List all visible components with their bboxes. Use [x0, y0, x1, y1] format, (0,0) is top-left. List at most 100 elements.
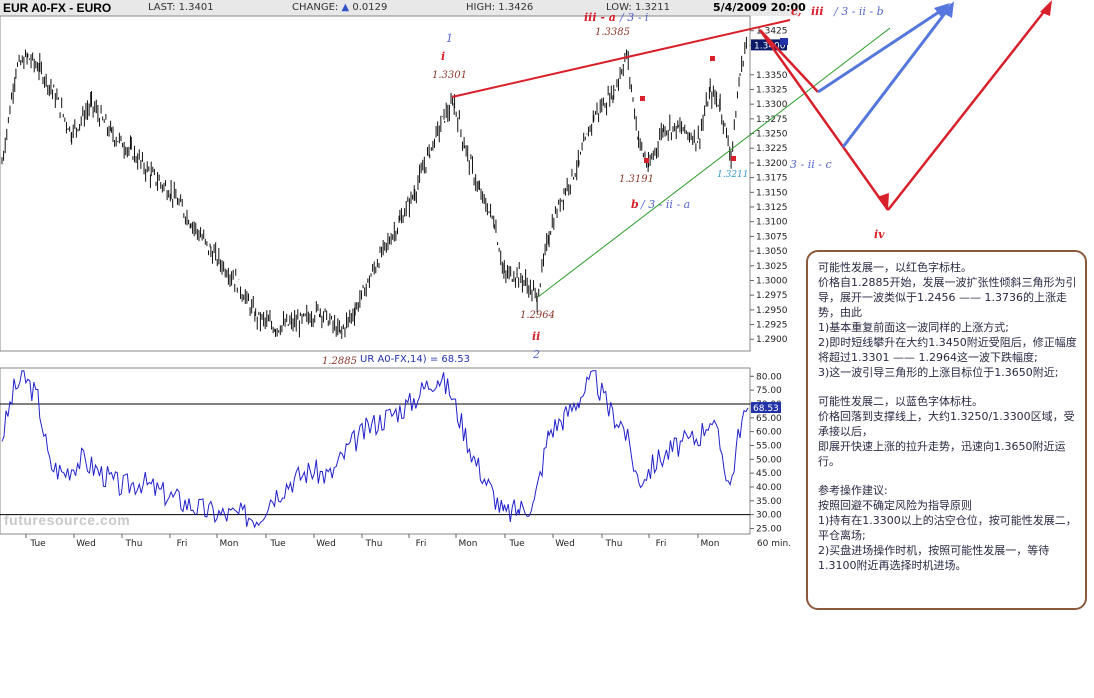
price-gridlines [750, 30, 754, 340]
rsi-tick-label-8: 40.00 [756, 483, 782, 493]
last-value: 1.3401 [178, 2, 214, 13]
x-tick-label-9: Mon [459, 539, 478, 549]
x-tick-label-10: Tue [508, 539, 525, 549]
header-bar [0, 0, 800, 16]
symbol-title: EUR A0-FX - EURO [3, 1, 112, 15]
marker-mid [640, 96, 645, 101]
price-tick-label-11: 1.3125 [756, 203, 788, 213]
x-tick-label-11: Wed [555, 539, 575, 549]
marker-low [644, 158, 649, 163]
change-label: CHANGE: ▲ 0.0129 [292, 2, 387, 13]
note-scenario-1-point-3: 3)这一波引导三角形的上涨目标位于1.3650附近; [818, 366, 1059, 379]
x-tick-label-0: Tue [29, 539, 46, 549]
price-tick-label-8: 1.3200 [756, 159, 788, 169]
marker-low2 [731, 156, 736, 161]
rsi-value-marker-label: 68.53 [753, 404, 779, 414]
blue-arrow-1 [817, 4, 949, 94]
x-tick-label-4: Mon [220, 539, 239, 549]
high-label-text: HIGH: [466, 2, 496, 13]
rsi-tick-label-0: 80.00 [756, 372, 782, 382]
price-tick-label-5: 1.3275 [756, 115, 788, 125]
x-tick-label-13: Fri [656, 539, 667, 549]
marker-blue [780, 38, 788, 45]
x-axis: Tue Wed Thu Fri Mon Tue Wed Thu Fri Mon Tue Wed Thu F… [25, 534, 791, 549]
wave-label-3-ii-a: / 3 - ii - a [641, 198, 691, 211]
x-tick-label-2: Thu [125, 539, 143, 549]
change-value: 0.0129 [352, 2, 388, 13]
price-tick-label-9: 1.3175 [756, 174, 788, 184]
x-tick-label-12: Thu [605, 539, 623, 549]
wave-label-iii-a: iii - a [584, 11, 616, 24]
price-tick-label-15: 1.3025 [756, 262, 788, 272]
rsi-tick-label-7: 45.00 [756, 469, 782, 479]
rsi-tick-label-1: 75.00 [756, 386, 782, 396]
price-label-13191: 1.3191 [619, 174, 654, 185]
note-scenario-2-title: 可能性发展二，以蓝色字体标柱。 [818, 395, 983, 408]
x-tick-label-14: Mon [701, 539, 720, 549]
note-advice-principle: 按照回避不确定风险为指导原则 [818, 499, 972, 512]
price-tick-label-19: 1.2925 [756, 321, 788, 331]
price-tick-label-12: 1.3100 [756, 218, 788, 228]
wave-label-3-i: / 3 - i [620, 11, 649, 24]
wave-label-i: i [441, 50, 446, 63]
price-label-12964: 1.2964 [520, 310, 555, 321]
price-tick-label-10: 1.3150 [756, 188, 788, 198]
rsi-panel [0, 367, 751, 535]
price-tick-label-18: 1.2950 [756, 306, 788, 316]
wave-label-1: 1 [446, 32, 453, 45]
note-scenario-2-desc-2: 即展开快速上涨的拉升走势，迅速向1.3650附近运行。 [818, 440, 1066, 468]
rsi-tick-label-4: 60.00 [756, 428, 782, 438]
rsi-tick-label-10: 30.00 [756, 511, 782, 521]
price-tick-label-14: 1.3050 [756, 247, 788, 257]
note-scenario-1-point-2: 2)即时短线攀升在大约1.3450附近受阻后，修正幅度将超过1.3301 —— … [818, 336, 1077, 364]
price-tick-label-20: 1.2900 [756, 335, 788, 345]
x-tick-label-7: Thu [365, 539, 383, 549]
wave-label-b: b [631, 198, 639, 211]
wave-label-iii: iii [811, 5, 824, 18]
rsi-tick-label-3: 65.00 [756, 414, 782, 424]
price-tick-label-16: 1.3000 [756, 276, 788, 286]
price-label-13301: 1.3301 [432, 70, 467, 81]
price-label-12885: 1.2885 [322, 356, 357, 367]
price-tick-label-4: 1.3300 [756, 100, 788, 110]
x-tick-label-1: Wed [76, 539, 96, 549]
rsi-tick-label-5: 55.00 [756, 441, 782, 451]
note-scenario-2-desc: 价格回落到支撑线上，大约1.3250/1.3300区域，受承接以后， [818, 410, 1075, 438]
wave-label-3-ii-b: / 3 - ii - b [834, 5, 884, 18]
x-tick-label-8: Fri [416, 539, 427, 549]
rsi-tick-label-9: 35.00 [756, 497, 782, 507]
wave-label-ii: ii [532, 330, 541, 343]
rsi-tick-label-11: 25.00 [756, 524, 782, 534]
price-tick-label-3: 1.3325 [756, 85, 788, 95]
x-tick-label-3: Fri [177, 539, 188, 549]
price-label-13385: 1.3385 [595, 27, 630, 38]
change-label-text: CHANGE: [292, 2, 339, 13]
wave-label-2: 2 [533, 348, 540, 361]
x-tick-label-6: Wed [316, 539, 336, 549]
watermark-logo: futuresource.com [4, 512, 131, 528]
red-arrow-up [887, 3, 1051, 211]
price-label-13211: 1.3211 [717, 170, 749, 180]
rsi-title: UR A0-FX,14) = 68.53 [360, 354, 471, 365]
note-advice-2: 2)买盘进场操作时机，按照可能性发展一，等待1.3100附近再选择时机进场。 [818, 544, 1050, 572]
price-axis: 1.34251.34001.33501.33251.33001.32751.32… [751, 27, 788, 345]
note-scenario-1-desc: 价格自1.2885开始，发展一波扩张性倾斜三角形为引导，展开一波类似于1.245… [818, 276, 1077, 319]
x-tick-label-5: Tue [269, 539, 286, 549]
last-label-text: LAST: [148, 2, 176, 13]
price-tick-label-6: 1.3250 [756, 130, 788, 140]
x-tick-label-15: 60 min. [757, 539, 791, 549]
blue-arrow-2 [841, 3, 954, 148]
note-scenario-1-point-1: 1)基本重复前面这一波同样的上涨方式; [818, 321, 1009, 334]
note-advice-1: 1)持有在1.3300以上的沽空仓位，按可能性发展二，平仓离场; [818, 514, 1077, 542]
high-value: 1.3426 [498, 2, 534, 13]
up-triangle-icon: ▲ [341, 2, 350, 13]
price-tick-label-13: 1.3075 [756, 232, 788, 242]
wave-label-c: c, [791, 5, 802, 18]
rsi-axis: 80.0075.0070.0065.0060.0055.0050.0045.00… [751, 372, 782, 534]
price-tick-label-17: 1.2975 [756, 291, 788, 301]
analysis-notes: 可能性发展一，以红色字标柱。 价格自1.2885开始，发展一波扩张性倾斜三角形为… [806, 250, 1087, 610]
wave-label-3-ii-c: 3 - ii - c [790, 158, 832, 171]
rsi-tick-label-6: 50.00 [756, 455, 782, 465]
marker-high [710, 56, 715, 61]
note-advice-title: 参考操作建议: [818, 484, 888, 497]
